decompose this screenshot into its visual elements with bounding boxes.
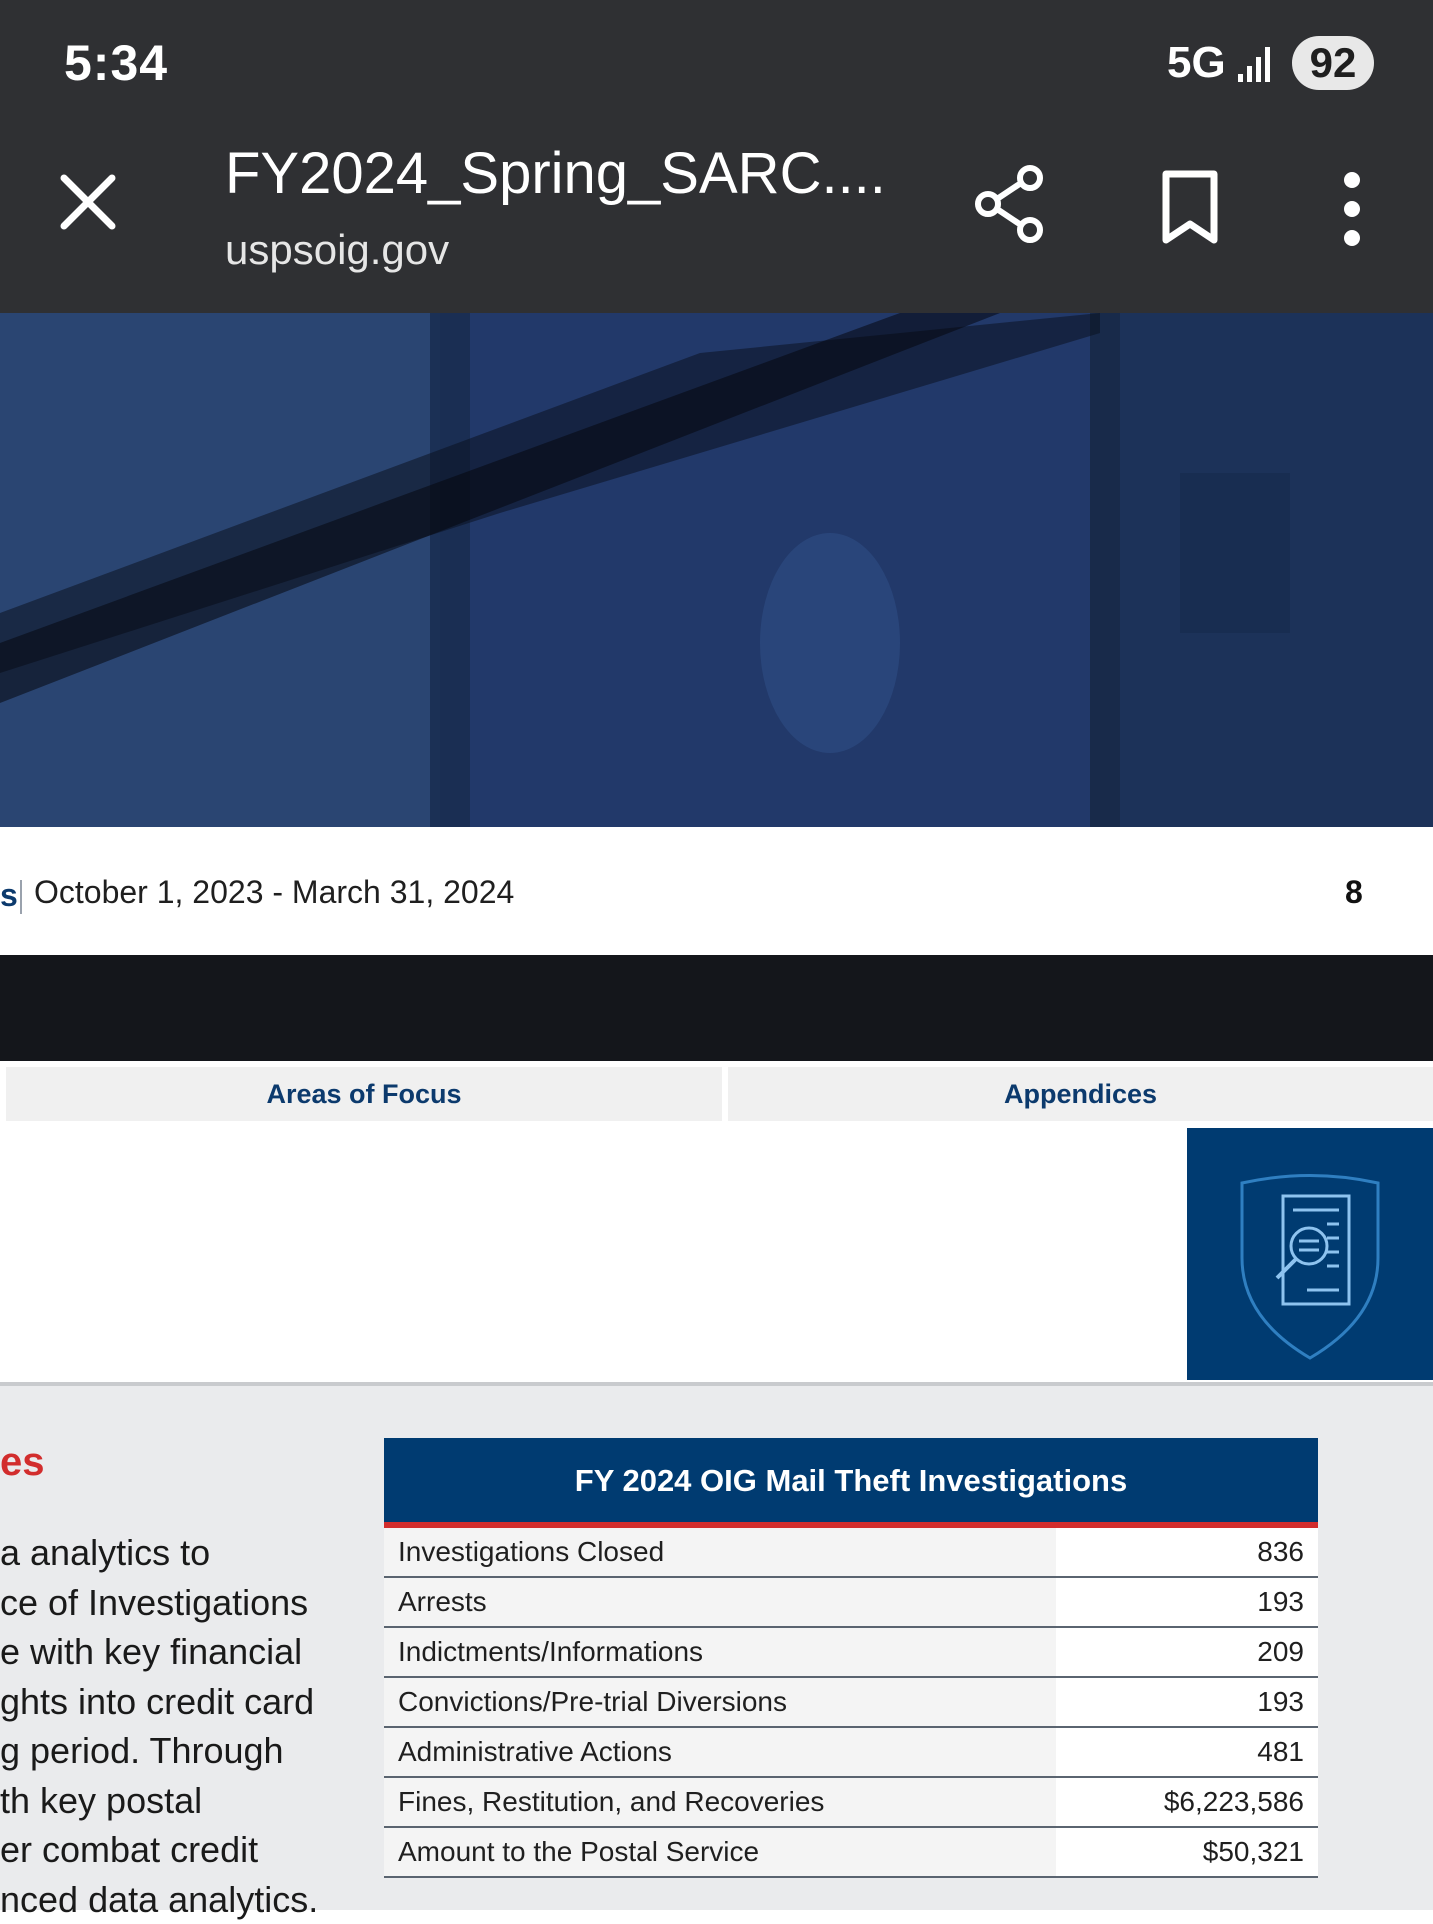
po-box-photo: [0, 313, 1433, 827]
body-line: th key postal: [0, 1776, 318, 1826]
table-row: Indictments/Informations 209: [384, 1628, 1318, 1678]
divider: [20, 880, 22, 914]
row-label: Arrests: [384, 1578, 1056, 1626]
tab-areas-of-focus[interactable]: Areas of Focus: [6, 1067, 722, 1121]
tab-appendices[interactable]: Appendices: [728, 1067, 1433, 1121]
row-label: Fines, Restitution, and Recoveries: [384, 1778, 1056, 1826]
document-title: FY2024_Spring_SARC....: [225, 140, 886, 207]
table-row: Arrests 193: [384, 1578, 1318, 1628]
table-row: Fines, Restitution, and Recoveries $6,22…: [384, 1778, 1318, 1828]
table-row: Investigations Closed 836: [384, 1528, 1318, 1578]
row-label: Amount to the Postal Service: [384, 1828, 1056, 1876]
mail-theft-table: FY 2024 OIG Mail Theft Investigations In…: [384, 1438, 1318, 1878]
row-label: Investigations Closed: [384, 1528, 1056, 1576]
row-label: Convictions/Pre-trial Diversions: [384, 1678, 1056, 1726]
battery-indicator: 92: [1292, 36, 1374, 90]
row-value: $6,223,586: [1056, 1778, 1318, 1826]
table-title: FY 2024 OIG Mail Theft Investigations: [384, 1438, 1318, 1528]
section-heading-fragment: es: [0, 1440, 45, 1485]
body-line: ghts into credit card: [0, 1677, 318, 1727]
network-type: 5G: [1167, 38, 1226, 88]
body-line: nced data analytics.: [0, 1875, 318, 1924]
document-search-icon: [1187, 1128, 1433, 1380]
more-vert-icon[interactable]: [1330, 170, 1374, 248]
table-row: Convictions/Pre-trial Diversions 193: [384, 1678, 1318, 1728]
body-line: a analytics to: [0, 1528, 318, 1578]
status-time: 5:34: [64, 34, 168, 92]
row-value: 193: [1056, 1578, 1318, 1626]
section-name-fragment: s: [0, 877, 18, 914]
row-value: 193: [1056, 1678, 1318, 1726]
divider: [0, 1382, 1433, 1386]
nav-band: [0, 955, 1433, 1061]
row-label: Indictments/Informations: [384, 1628, 1056, 1676]
document-domain: uspsoig.gov: [225, 226, 449, 274]
table-row: Amount to the Postal Service $50,321: [384, 1828, 1318, 1878]
body-line: e with key financial: [0, 1627, 318, 1677]
signal-icon: [1237, 44, 1273, 84]
cover-photo: [0, 313, 1433, 827]
table-row: Administrative Actions 481: [384, 1728, 1318, 1778]
close-icon[interactable]: [56, 170, 120, 234]
row-value: $50,321: [1056, 1828, 1318, 1876]
row-value: 836: [1056, 1528, 1318, 1576]
body-line: ce of Investigations: [0, 1578, 318, 1628]
row-value: 209: [1056, 1628, 1318, 1676]
share-icon[interactable]: [972, 164, 1048, 244]
row-value: 481: [1056, 1728, 1318, 1776]
body-line: er combat credit: [0, 1825, 318, 1875]
body-line: g period. Through: [0, 1726, 318, 1776]
section-icon-panel: [1187, 1128, 1433, 1380]
row-label: Administrative Actions: [384, 1728, 1056, 1776]
reporting-period: October 1, 2023 - March 31, 2024: [34, 874, 514, 911]
body-text: a analytics to ce of Investigations e wi…: [0, 1528, 318, 1924]
bookmark-icon[interactable]: [1160, 170, 1220, 244]
page-number: 8: [1345, 874, 1363, 911]
